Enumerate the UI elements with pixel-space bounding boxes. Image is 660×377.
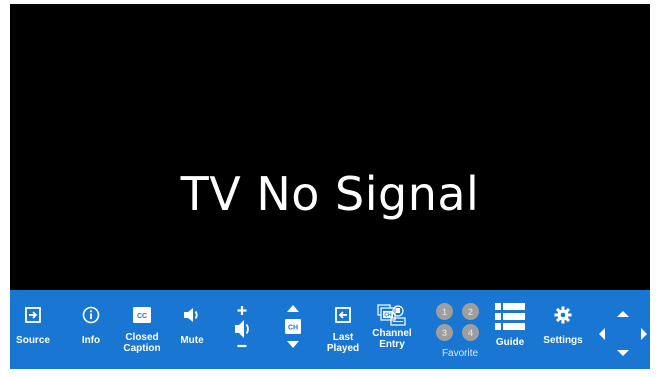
last-played-button[interactable]: Last Played [326, 290, 360, 369]
channel-down-button[interactable] [287, 341, 299, 348]
settings-label: Settings [543, 335, 583, 346]
volume-rocker [232, 302, 252, 358]
guide-button[interactable]: Guide [492, 290, 528, 369]
settings-button[interactable]: Settings [543, 290, 583, 369]
source-button[interactable]: Source [14, 290, 52, 369]
dpad-icon [596, 308, 650, 362]
mute-label: Mute [180, 335, 204, 346]
volume-icon [182, 304, 202, 326]
favorite-4-button[interactable]: 4 [462, 324, 479, 341]
remote-control-bar: Source Info CC Closed Caption Mute CH La… [10, 290, 650, 369]
dpad-down-button[interactable] [617, 350, 629, 356]
volume-icon [235, 320, 249, 338]
input-icon [24, 304, 42, 326]
return-icon [334, 304, 352, 326]
dpad-right-button[interactable] [641, 328, 647, 340]
favorite-1-button[interactable]: 1 [436, 303, 453, 320]
info-label: Info [81, 335, 101, 346]
tv-screen: TV No Signal [10, 4, 650, 290]
channel-entry-icon: CH [377, 304, 407, 326]
guide-label: Guide [495, 337, 525, 348]
info-button[interactable]: Info [78, 290, 104, 369]
channel-entry-button[interactable]: CH Channel Entry [372, 290, 412, 369]
list-icon [495, 302, 525, 332]
favorite-3-button[interactable]: 3 [436, 324, 453, 341]
no-signal-message: TV No Signal [180, 167, 480, 221]
dpad-left-button[interactable] [599, 328, 605, 340]
cc-icon: CC [133, 304, 151, 326]
favorite-label: Favorite [441, 348, 479, 359]
last-played-label: Last Played [326, 332, 360, 354]
channel-up-button[interactable] [287, 305, 299, 312]
gear-icon [554, 304, 572, 326]
svg-text:CC: CC [137, 313, 147, 320]
channel-entry-label: Channel Entry [372, 328, 412, 350]
mute-button[interactable]: Mute [178, 290, 206, 369]
favorite-2-button[interactable]: 2 [462, 303, 479, 320]
source-label: Source [16, 335, 50, 346]
channel-badge: CH [288, 325, 298, 332]
info-icon [82, 304, 100, 326]
channel-rocker: CH [283, 304, 303, 356]
volume-up-button[interactable] [237, 306, 247, 315]
dpad-up-button[interactable] [617, 311, 629, 317]
closed-caption-label: Closed Caption [123, 332, 161, 354]
closed-caption-button[interactable]: CC Closed Caption [122, 290, 162, 369]
